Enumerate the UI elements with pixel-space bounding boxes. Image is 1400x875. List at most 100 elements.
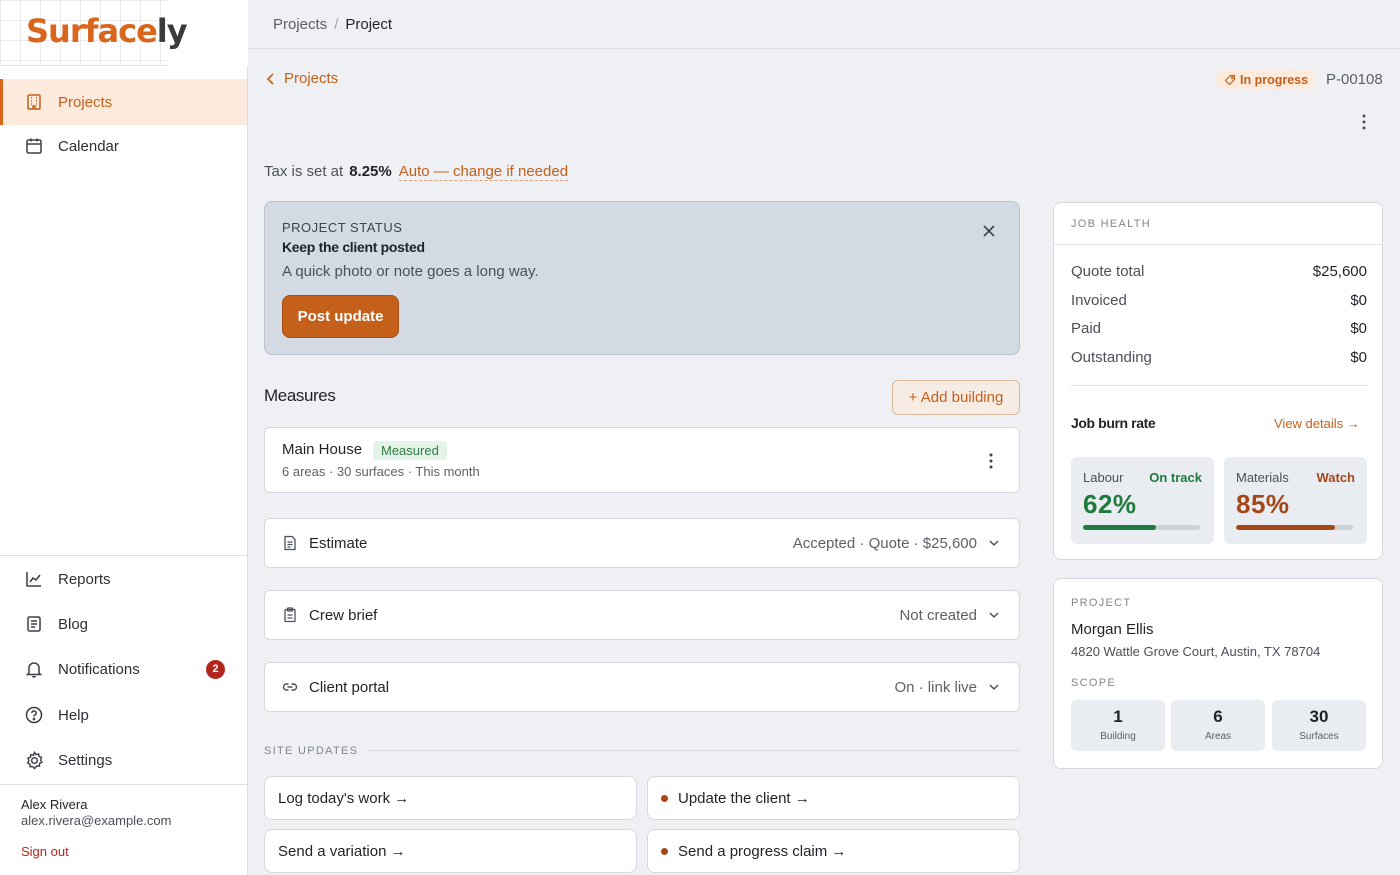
scope-number: 1: [1113, 707, 1123, 726]
job-health-card: JOB HEALTH Quote total $25,600 Invoiced …: [1053, 202, 1383, 560]
action-label: Send a variation →: [278, 842, 406, 860]
finance-row: Quote total $25,600: [1071, 263, 1367, 280]
scope-areas: 6 Areas: [1171, 700, 1265, 751]
estimate-title: Estimate: [309, 534, 368, 552]
tag-icon: [1224, 74, 1236, 85]
back-to-projects-link[interactable]: Projects: [266, 70, 338, 87]
client-portal-section[interactable]: Client portal On · link live: [264, 662, 1020, 712]
sidebar-item-settings[interactable]: Settings: [0, 737, 247, 783]
sidebar: Surfacely Projects Calendar Reports Blog…: [0, 0, 248, 875]
building-name: Main House: [282, 441, 363, 458]
finance-key: Outstanding: [1071, 349, 1152, 366]
sidebar-item-blog[interactable]: Blog: [0, 601, 247, 647]
close-icon[interactable]: [982, 224, 996, 238]
site-updates-label: SITE UPDATES: [264, 745, 359, 757]
client-portal-value: On · link live: [894, 678, 977, 696]
job-health-label: JOB HEALTH: [1071, 218, 1152, 230]
chevron-left-icon: [266, 72, 274, 85]
log-work-button[interactable]: Log today's work →: [264, 776, 637, 820]
scope-number: 6: [1213, 707, 1223, 726]
crew-brief-value: Not created: [899, 606, 977, 624]
document-icon: [24, 614, 44, 634]
building-icon: [24, 92, 44, 112]
status-badge: In progress: [1216, 69, 1317, 90]
calendar-icon: [24, 136, 44, 156]
measured-badge: Measured: [373, 441, 447, 460]
crew-brief-section[interactable]: Crew brief Not created: [264, 590, 1020, 640]
site-updates-divider: [367, 750, 1020, 751]
sidebar-divider: [0, 784, 247, 785]
building-card-main-house[interactable]: Main House Measured 6 areas · 30 surface…: [264, 427, 1020, 493]
measures-heading: Measures: [264, 386, 336, 405]
sidebar-item-label: Settings: [58, 751, 113, 769]
status-card-label: PROJECT STATUS: [282, 220, 403, 235]
sidebar-item-calendar[interactable]: Calendar: [0, 123, 247, 169]
view-details-link[interactable]: View details →: [1274, 416, 1360, 431]
project-address: 4820 Wattle Grove Court, Austin, TX 7870…: [1071, 644, 1321, 659]
scope-caption: Areas: [1204, 731, 1232, 742]
sidebar-item-label: Help: [58, 706, 89, 724]
user-email: alex.rivera@example.com: [21, 813, 172, 828]
scope-buildings: 1 Building: [1071, 700, 1165, 751]
burn-status: Watch: [1316, 470, 1355, 485]
scope-surfaces: 30 Surfaces: [1272, 700, 1366, 751]
burn-progress-track: [1236, 525, 1353, 530]
add-building-button[interactable]: + Add building: [892, 380, 1020, 415]
sidebar-item-label: Reports: [58, 570, 111, 588]
project-label: PROJECT: [1071, 597, 1132, 609]
logo-accent-text: ly: [156, 12, 188, 50]
scope-number: 30: [1309, 707, 1329, 726]
finance-key: Invoiced: [1071, 292, 1127, 309]
finance-value: $25,600: [1312, 263, 1367, 280]
document-icon: [282, 535, 298, 551]
logo[interactable]: Surfacely: [26, 12, 188, 50]
sidebar-item-label: Projects: [58, 93, 113, 111]
client-name: Morgan Ellis: [1071, 621, 1154, 638]
breadcrumb-separator: /: [334, 15, 339, 33]
sign-out-link[interactable]: Sign out: [21, 844, 69, 859]
send-variation-button[interactable]: Send a variation →: [264, 829, 637, 873]
building-more-icon[interactable]: [983, 452, 999, 470]
burn-value: 62%: [1083, 489, 1137, 519]
scope-label: SCOPE: [1071, 677, 1117, 689]
job-health-divider: [1054, 244, 1382, 245]
breadcrumb-projects[interactable]: Projects: [273, 16, 327, 33]
finance-key: Quote total: [1071, 263, 1145, 280]
status-badge-label: In progress: [1240, 72, 1309, 87]
sidebar-item-reports[interactable]: Reports: [0, 556, 247, 602]
user-name: Alex Rivera: [21, 797, 88, 812]
burn-progress-fill: [1236, 525, 1336, 530]
job-health-divider: [1071, 385, 1367, 386]
post-update-button[interactable]: Post update: [282, 295, 399, 338]
burn-status: On track: [1149, 470, 1202, 485]
tax-prefix: Tax is set at: [264, 163, 344, 180]
finance-key: Paid: [1071, 320, 1102, 337]
project-card: PROJECT Morgan Ellis 4820 Wattle Grove C…: [1053, 578, 1383, 769]
sidebar-item-help[interactable]: Help: [0, 692, 247, 738]
labour-burn-box: Labour On track 62%: [1071, 457, 1214, 544]
action-label: Send a progress claim →: [678, 842, 847, 860]
sidebar-item-projects[interactable]: Projects: [0, 79, 247, 125]
crew-brief-title: Crew brief: [309, 606, 378, 624]
logo-area: Surfacely: [0, 0, 248, 66]
burn-key: Materials: [1236, 470, 1289, 485]
update-client-button[interactable]: Update the client →: [647, 776, 1020, 820]
help-icon: [24, 705, 44, 725]
link-icon: [282, 679, 298, 695]
estimate-section[interactable]: Estimate Accepted · Quote · $25,600: [264, 518, 1020, 568]
burn-value: 85%: [1236, 489, 1290, 519]
breadcrumb-current: Project: [345, 15, 393, 33]
sidebar-item-notifications[interactable]: Notifications 2: [0, 646, 247, 692]
action-label: Log today's work →: [278, 789, 410, 807]
clipboard-icon: [282, 607, 298, 623]
burn-key: Labour: [1083, 470, 1124, 485]
finance-value: $0: [1350, 292, 1367, 309]
more-options-icon[interactable]: [1356, 112, 1372, 132]
notification-count-badge: 2: [206, 659, 225, 679]
status-card-subtitle: A quick photo or note goes a long way.: [282, 263, 539, 280]
breadcrumb: Projects / Project: [248, 0, 1400, 49]
finance-value: $0: [1350, 320, 1367, 337]
change-tax-link[interactable]: Auto — change if needed: [398, 163, 569, 181]
sidebar-item-label: Blog: [58, 615, 89, 633]
send-progress-claim-button[interactable]: Send a progress claim →: [647, 829, 1020, 873]
